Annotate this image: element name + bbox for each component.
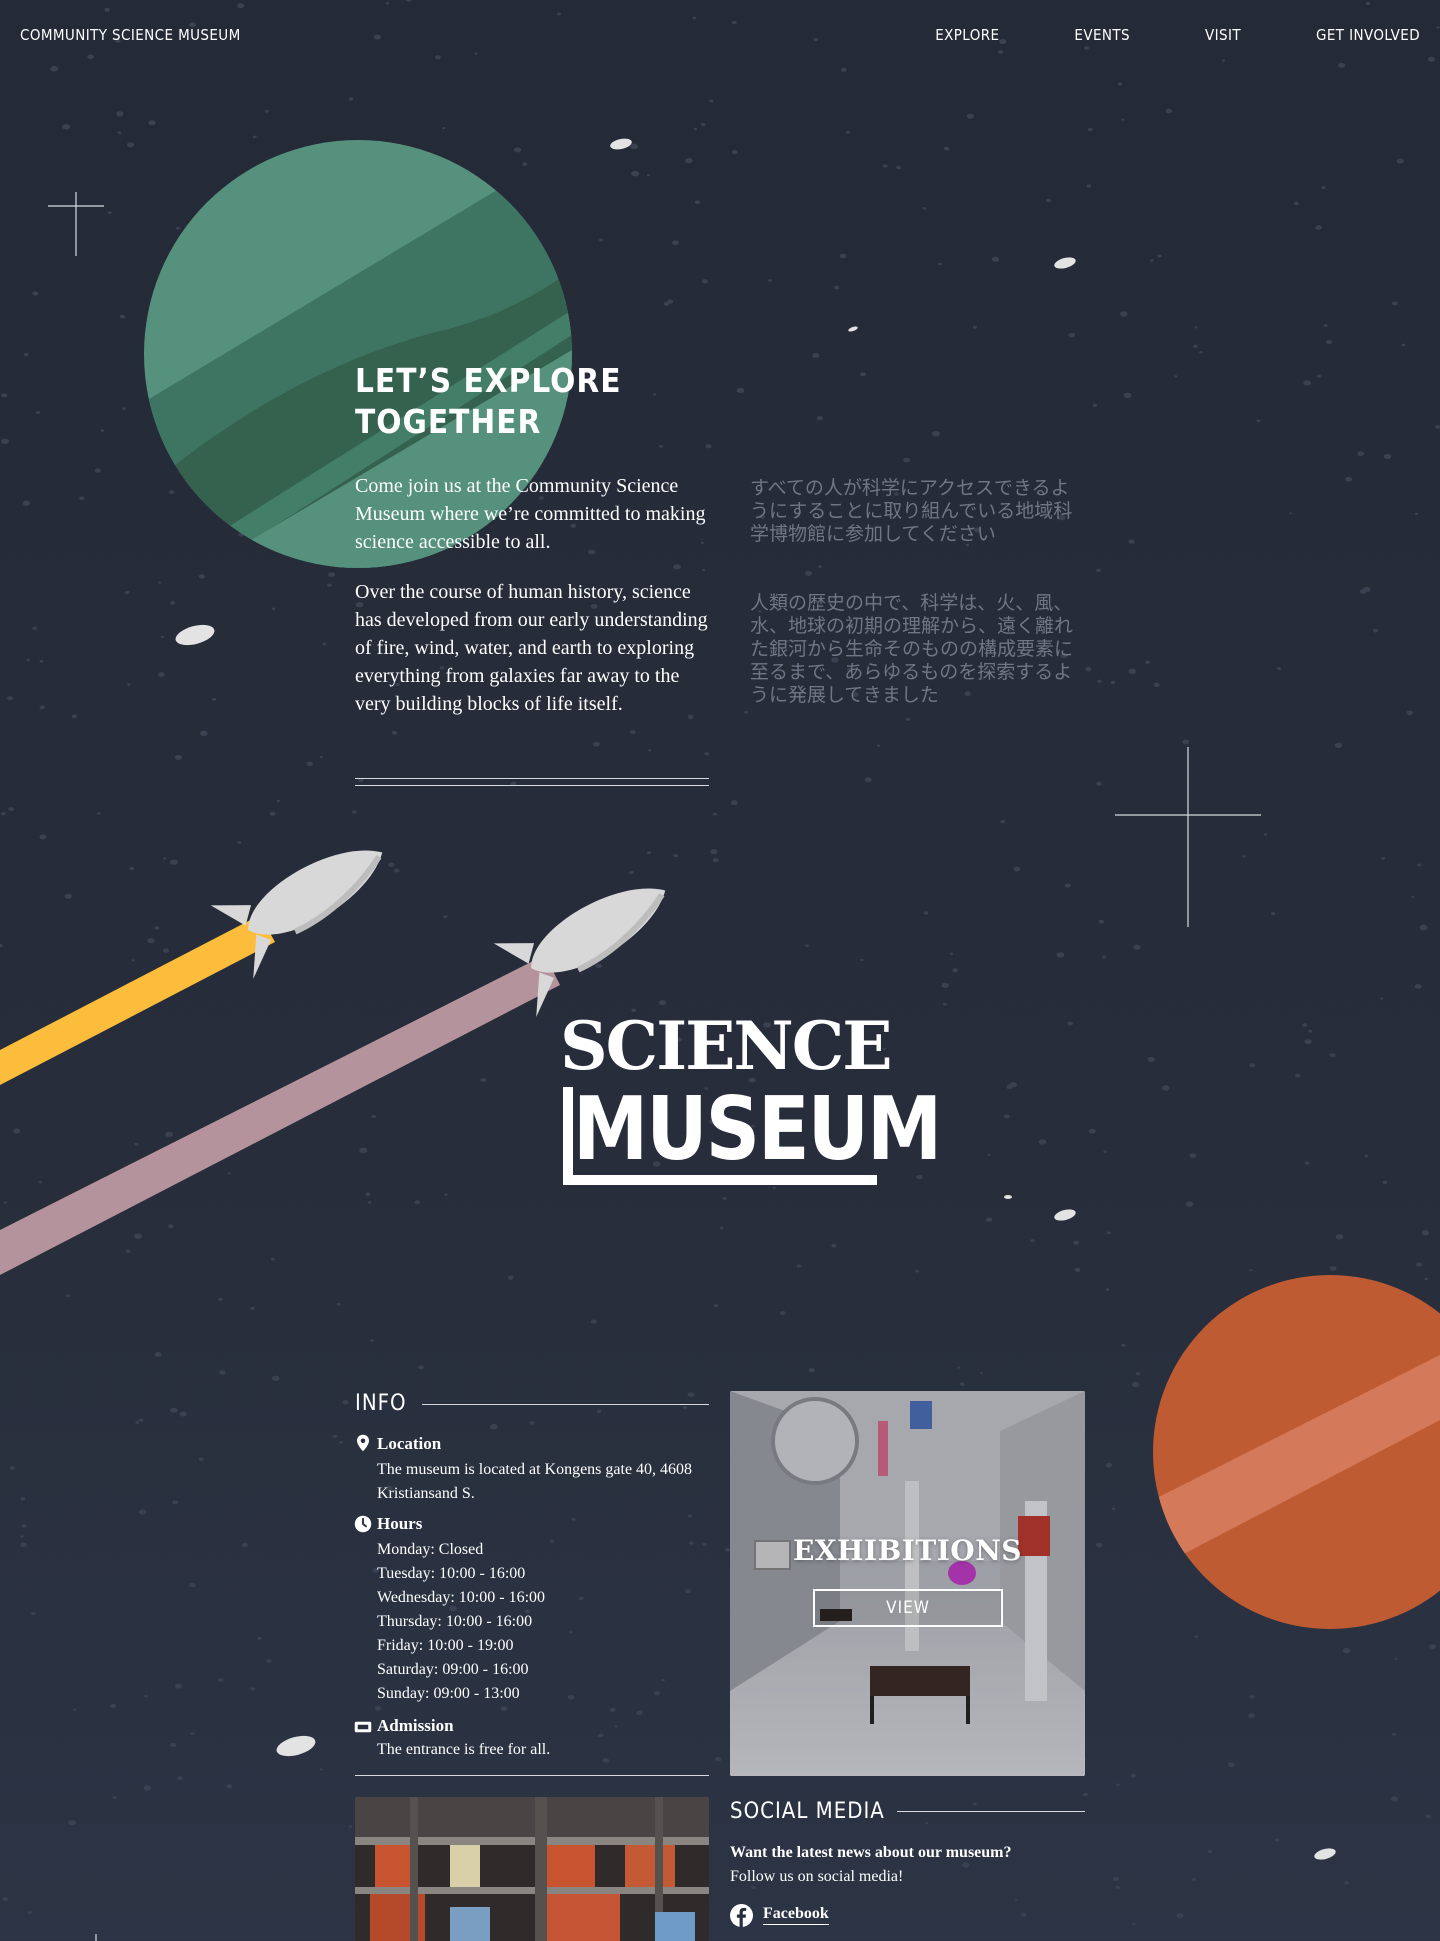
info-heading-line (422, 1404, 709, 1405)
hours-row-wednesday: Wednesday: 10:00 - 16:00 (377, 1589, 546, 1606)
social-follow-text: Follow us on social media! (730, 1868, 904, 1885)
opening-hours-list: Monday: Closed Tuesday: 10:00 - 16:00 We… (377, 1538, 545, 1706)
logo-science-text: SCIENCE (560, 1007, 893, 1085)
social-lead-text: Want the latest news about our museum? (730, 1844, 1012, 1861)
admission-text: The entrance is free for all. (377, 1741, 551, 1758)
social-heading-line (897, 1811, 1085, 1812)
logo-museum-text: MUSEUM (573, 1078, 942, 1180)
hero-title: LET’S EXPLORE TOGETHER (355, 360, 685, 442)
hero-history-paragraph-jp: 人類の歴史の中で、科学は、火、風、水、地球の初期の理解から、遠く離れた銀河から生… (750, 592, 1074, 706)
location-pin-icon (357, 1434, 369, 1452)
hours-label: Hours (377, 1514, 423, 1533)
logo-frame: MUSEUM (563, 1081, 942, 1185)
exhibitions-card[interactable]: EXHIBITIONS VIEW (730, 1391, 1085, 1776)
hours-row-friday: Friday: 10:00 - 19:00 (377, 1637, 514, 1654)
hours-row-thursday: Thursday: 10:00 - 16:00 (377, 1613, 533, 1630)
hero-intro-paragraph: Come join us at the Community Science Mu… (355, 475, 706, 553)
hero-title-line1: LET’S EXPLORE (355, 361, 622, 400)
hero-history-paragraph: Over the course of human history, scienc… (355, 581, 708, 715)
facebook-icon[interactable] (730, 1904, 753, 1927)
social-media-heading: SOCIAL MEDIA (730, 1799, 885, 1824)
hours-row-saturday: Saturday: 09:00 - 16:00 (377, 1661, 529, 1678)
facebook-link[interactable]: Facebook (763, 1905, 829, 1925)
exhibitions-title: EXHIBITIONS (792, 1534, 1023, 1567)
hero-title-line2: TOGETHER (355, 402, 542, 441)
location-label: Location (377, 1434, 442, 1453)
hero-intro-paragraph-jp: すべての人が科学にアクセスできるようにすることに取り組んでいる地域科学博物館に参… (750, 477, 1073, 545)
hours-row-monday: Monday: Closed (377, 1541, 484, 1558)
clock-icon (354, 1515, 372, 1533)
hours-row-tuesday: Tuesday: 10:00 - 16:00 (377, 1565, 526, 1582)
admission-label: Admission (377, 1716, 454, 1735)
exhibitions-photo (730, 1391, 1085, 1776)
museum-interior-photo (355, 1797, 709, 1941)
info-bottom-divider (355, 1775, 709, 1776)
ticket-icon (354, 1721, 372, 1733)
exhibitions-view-button[interactable]: VIEW (813, 1589, 1003, 1627)
hero-divider (355, 778, 709, 786)
location-text: The museum is located at Kongens gate 40… (377, 1461, 693, 1502)
info-heading: INFO (355, 1391, 407, 1416)
hours-row-sunday: Sunday: 09:00 - 13:00 (377, 1685, 520, 1702)
